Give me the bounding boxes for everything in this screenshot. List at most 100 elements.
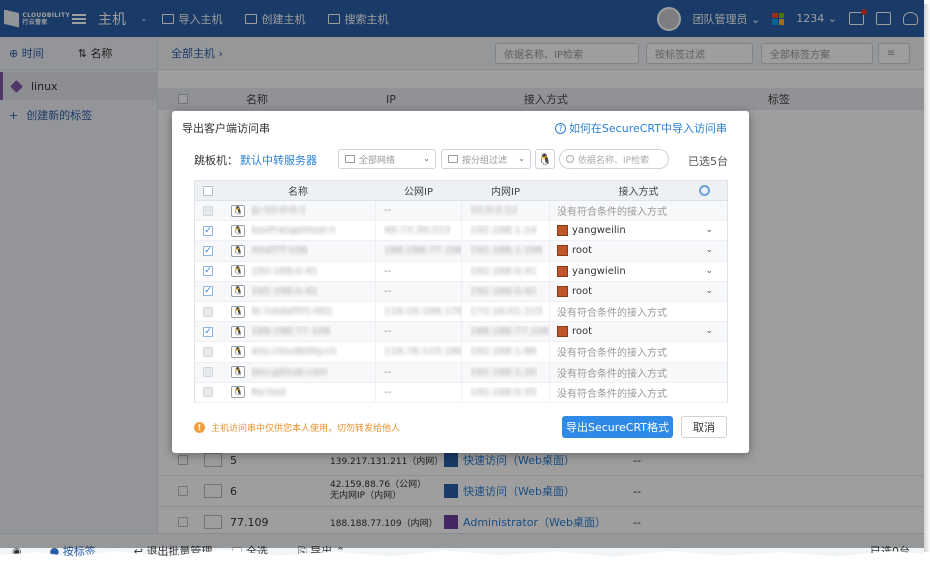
public-ip: 118.76.115.180 bbox=[384, 346, 461, 358]
linux-penguin-icon: 🐧 bbox=[231, 325, 245, 338]
private-ip: 192.168.1.86 bbox=[470, 346, 537, 358]
access-account: yangwielin bbox=[572, 265, 626, 277]
row-checkbox bbox=[203, 387, 213, 398]
access-select: 没有符合条件的接入方式 bbox=[550, 342, 727, 361]
public-ip: -- bbox=[384, 326, 392, 338]
selected-count: 已选5台 bbox=[688, 155, 728, 168]
table-row[interactable]: ✓ 🐧 192.168.0.41 -- 192.168.0.41 yangwie… bbox=[195, 261, 727, 282]
table-row[interactable]: 🐧 dev.github.com -- 192.168.1.20 没有符合条件的… bbox=[195, 362, 727, 383]
linux-penguin-icon: 🐧 bbox=[231, 386, 245, 399]
linux-penguin-icon: 🐧 bbox=[231, 265, 245, 278]
terminal-protocol-icon bbox=[557, 225, 568, 237]
public-ip: -- bbox=[384, 366, 392, 378]
no-access-text: 没有符合条件的接入方式 bbox=[557, 368, 667, 380]
terminal-protocol-icon bbox=[557, 326, 568, 338]
table-row[interactable]: 🐧 ib-1stdsf5f1-001 118.24.166.178 172.16… bbox=[195, 301, 727, 323]
public-ip: -- bbox=[384, 386, 392, 398]
access-select[interactable]: yangweilin ⌄ bbox=[550, 221, 727, 240]
search-icon bbox=[566, 155, 574, 163]
private-ip: 192.168.0.41 bbox=[470, 265, 537, 277]
terminal-protocol-icon bbox=[557, 285, 568, 297]
chevron-down-icon[interactable]: ⌄ bbox=[705, 225, 713, 235]
table-row[interactable]: 🐧 ans.cloudbility.cn 118.76.115.180 192.… bbox=[195, 342, 727, 363]
row-checkbox bbox=[203, 367, 213, 378]
table-row[interactable]: ✓ 🐧 188.188.77.106 -- 188.188.77.106 roo… bbox=[195, 322, 727, 343]
private-ip: 192.168.0.55 bbox=[470, 386, 537, 398]
private-ip: 192.168.1.106 bbox=[470, 245, 544, 257]
table-row[interactable]: ✓ 🐧 HostTT-106 188.188.77.106 192.168.1.… bbox=[195, 241, 727, 262]
table-row[interactable]: 🐧 ip-10-0-0-1 -- 10.0.0.12 没有符合条件的接入方式 bbox=[195, 201, 727, 222]
securecrt-help-link[interactable]: ? 如何在SecureCRT中导入访问串 bbox=[554, 120, 727, 136]
select-all-checkbox[interactable] bbox=[203, 185, 213, 196]
row-checkbox[interactable]: ✓ bbox=[203, 286, 213, 297]
export-access-string-dialog: 导出客户端访问串 ? 如何在SecureCRT中导入访问串 跳板机： 默认中转服… bbox=[172, 111, 749, 453]
col-public-ip: 公网IP bbox=[376, 181, 462, 200]
access-select[interactable]: root ⌄ bbox=[550, 322, 727, 341]
access-select: 没有符合条件的接入方式 bbox=[550, 302, 727, 321]
private-ip: 172.16.01.115 bbox=[470, 306, 544, 318]
access-select: 没有符合条件的接入方式 bbox=[550, 363, 727, 382]
table-row[interactable]: ✓ 🐧 boxFrangeHost-n 40.73.30.213 192.168… bbox=[195, 221, 727, 242]
chevron-down-icon[interactable]: ⌄ bbox=[705, 245, 713, 255]
row-checkbox[interactable]: ✓ bbox=[203, 245, 213, 256]
host-name: 192.168.0.41 bbox=[251, 265, 318, 277]
host-name: 188.188.77.106 bbox=[251, 326, 331, 338]
chevron-down-icon: ⌄ bbox=[518, 154, 525, 163]
host-name: ans.cloudbility.cn bbox=[251, 346, 338, 358]
row-checkbox bbox=[203, 205, 213, 216]
no-access-text: 没有符合条件的接入方式 bbox=[557, 308, 667, 320]
dialog-title: 导出客户端访问串 bbox=[182, 122, 270, 135]
no-access-text: 没有符合条件的接入方式 bbox=[557, 348, 667, 360]
col-private-ip: 内网IP bbox=[462, 181, 550, 200]
row-checkbox[interactable]: ✓ bbox=[203, 266, 213, 277]
access-account: root bbox=[572, 285, 593, 297]
linux-penguin-icon: 🐧 bbox=[231, 305, 245, 318]
linux-penguin-icon: 🐧 bbox=[231, 204, 245, 217]
row-checkbox[interactable]: ✓ bbox=[203, 326, 213, 337]
chevron-down-icon[interactable]: ⌄ bbox=[705, 266, 713, 276]
host-access-table-header: 名称 公网IP 内网IP 接入方式 bbox=[195, 181, 727, 201]
access-select[interactable]: root ⌄ bbox=[550, 282, 727, 301]
table-row[interactable]: ✓ 🐧 192.168.0.42 -- 192.168.0.42 root ⌄ bbox=[195, 281, 727, 302]
table-row[interactable]: 🐧 Ra-test -- 192.168.0.55 没有符合条件的接入方式 bbox=[195, 382, 727, 403]
export-securecrt-button[interactable]: 导出SecureCRT格式 bbox=[562, 416, 673, 438]
row-checkbox bbox=[203, 346, 213, 357]
jump-server-label: 跳板机： bbox=[194, 154, 238, 167]
terminal-protocol-icon bbox=[557, 245, 568, 257]
gear-icon[interactable] bbox=[699, 185, 710, 196]
chevron-down-icon: ⌄ bbox=[423, 154, 430, 163]
host-access-table: 名称 公网IP 内网IP 接入方式 🐧 ip-10-0-0-1 -- 10.0.… bbox=[194, 180, 728, 403]
public-ip: 40.73.30.213 bbox=[384, 225, 451, 237]
col-access: 接入方式 bbox=[550, 181, 727, 200]
privacy-warning: ! 主机访问串中仅供您本人使用，切勿转发给他人 bbox=[194, 421, 400, 434]
private-ip: 188.188.77.106 bbox=[470, 326, 549, 338]
access-select: 没有符合条件的接入方式 bbox=[550, 383, 727, 402]
access-account: root bbox=[572, 326, 593, 338]
access-select[interactable]: root ⌄ bbox=[550, 241, 727, 260]
jump-server-link[interactable]: 默认中转服务器 bbox=[240, 152, 317, 168]
col-name: 名称 bbox=[221, 181, 376, 200]
linux-penguin-icon: 🐧 bbox=[231, 224, 245, 237]
linux-penguin-icon: 🐧 bbox=[231, 366, 245, 379]
terminal-protocol-icon bbox=[557, 265, 568, 277]
host-name: boxFrangeHost-n bbox=[251, 225, 336, 237]
private-ip: 10.0.0.12 bbox=[470, 205, 518, 217]
cancel-button[interactable]: 取消 bbox=[681, 416, 727, 438]
chevron-down-icon[interactable]: ⌄ bbox=[705, 326, 713, 336]
dialog-search-input[interactable]: 依据名称、IP检索 bbox=[559, 149, 669, 169]
host-name: ib-1stdsf5f1-001 bbox=[251, 306, 334, 318]
public-ip: 118.24.166.178 bbox=[384, 306, 461, 318]
network-select[interactable]: 全部网络 ⌄ bbox=[338, 149, 436, 169]
private-ip: 192.168.1.14 bbox=[470, 225, 537, 237]
no-access-text: 没有符合条件的接入方式 bbox=[557, 207, 667, 219]
public-ip: -- bbox=[384, 205, 392, 217]
access-select[interactable]: yangwielin ⌄ bbox=[550, 262, 727, 281]
host-name: Ra-test bbox=[251, 386, 287, 398]
warning-icon: ! bbox=[194, 422, 205, 433]
row-checkbox[interactable]: ✓ bbox=[203, 225, 213, 236]
host-name: HostTT-106 bbox=[251, 245, 308, 257]
linux-filter-button[interactable]: 🐧 bbox=[535, 149, 555, 169]
folder-icon bbox=[448, 155, 458, 163]
chevron-down-icon[interactable]: ⌄ bbox=[705, 286, 713, 296]
group-filter-select[interactable]: 按分组过滤 ⌄ bbox=[441, 149, 531, 169]
